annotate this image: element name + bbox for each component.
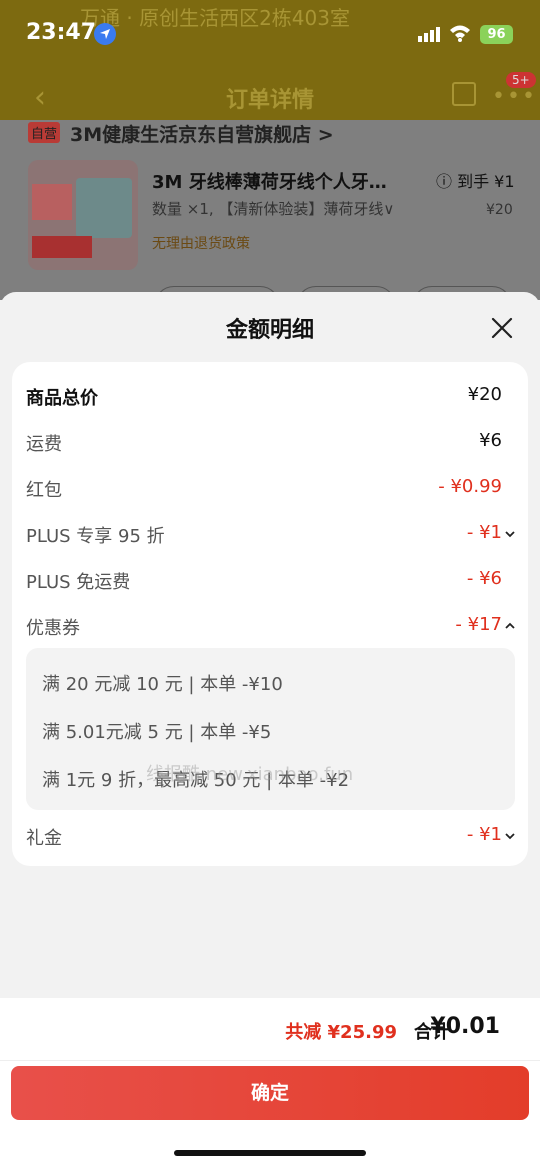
- return-policy: 无理由退货政策: [152, 236, 250, 252]
- status-time: 23:47: [26, 20, 97, 45]
- total-saved: 共减 ¥25.99: [285, 1022, 397, 1043]
- coupon-line: 满 5.01元减 5 元 | 本单 -¥5: [42, 722, 272, 743]
- watermark: 线报酷 new.xianbao.fun: [146, 764, 354, 785]
- sheet-title: 金额明细: [225, 318, 314, 343]
- product-final-price: ⓘ 到手 ¥1: [436, 172, 515, 191]
- row-value: ¥20: [467, 384, 502, 405]
- chevron-down-icon[interactable]: [504, 830, 516, 842]
- row-label: 商品总价: [26, 388, 98, 409]
- row-label: PLUS 专享 95 折: [26, 526, 165, 547]
- confirm-button[interactable]: 确定: [11, 1066, 529, 1120]
- share-icon[interactable]: [452, 82, 476, 106]
- location-arrow-icon: [94, 23, 116, 45]
- row-label: 优惠券: [26, 618, 80, 639]
- row-value: - ¥17: [455, 614, 502, 635]
- chevron-up-icon[interactable]: [504, 620, 516, 632]
- row-value: - ¥1: [466, 522, 502, 543]
- message-badge: 5+: [506, 72, 536, 88]
- row-label: 礼金: [26, 828, 62, 849]
- product-title[interactable]: 3M 牙线棒薄荷牙线个人牙…: [152, 168, 387, 194]
- self-operated-tag: 自营: [28, 122, 61, 143]
- row-shipping: 运费 ¥6: [12, 428, 528, 458]
- row-goods-total: 商品总价 ¥20: [12, 382, 528, 412]
- divider: [0, 1060, 540, 1061]
- cellular-signal-icon: [418, 27, 440, 42]
- row-plus-free-shipping: PLUS 免运费 - ¥6: [12, 566, 528, 596]
- wifi-icon: [450, 25, 470, 42]
- battery-icon: 96: [480, 25, 513, 44]
- row-plus-discount[interactable]: PLUS 专享 95 折 - ¥1: [12, 520, 528, 550]
- total-amount: ¥0.01: [430, 1014, 500, 1039]
- row-value: - ¥0.99: [438, 476, 502, 497]
- product-image[interactable]: [28, 160, 138, 270]
- footer-bar: 共减 ¥25.99 合计 ¥0.01 确定: [0, 998, 540, 1168]
- shop-name[interactable]: 3M健康生活京东自营旗舰店 >: [70, 120, 334, 147]
- row-red-packet: 红包 - ¥0.99: [12, 474, 528, 504]
- row-label: PLUS 免运费: [26, 572, 131, 593]
- row-label: 运费: [26, 434, 62, 455]
- product-original-price: ¥20: [486, 202, 513, 218]
- coupon-line: 满 20 元减 10 元 | 本单 -¥10: [42, 674, 283, 695]
- row-gift-money[interactable]: 礼金 - ¥1: [12, 822, 528, 852]
- chevron-down-icon[interactable]: [504, 528, 516, 540]
- close-icon[interactable]: [488, 314, 516, 342]
- row-value: - ¥1: [466, 824, 502, 845]
- amount-detail-card: 商品总价 ¥20 运费 ¥6 红包 - ¥0.99 PLUS 专享 95 折 -…: [12, 362, 528, 866]
- row-label: 红包: [26, 480, 62, 501]
- status-bar: 23:47 96: [0, 0, 540, 64]
- row-value: - ¥6: [466, 568, 502, 589]
- row-coupon[interactable]: 优惠券 - ¥17: [12, 612, 528, 642]
- product-spec: 数量 ×1, 【清新体验装】薄荷牙线∨: [152, 200, 395, 218]
- row-value: ¥6: [479, 430, 502, 451]
- home-indicator[interactable]: [174, 1150, 366, 1156]
